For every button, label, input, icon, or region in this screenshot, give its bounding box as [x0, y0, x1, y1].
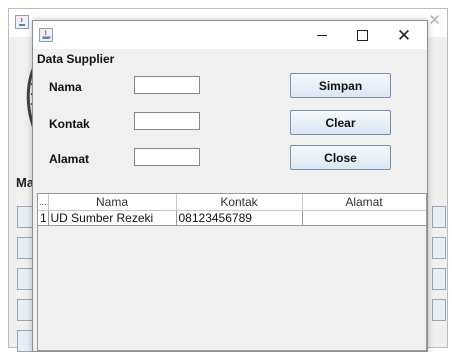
minimize-button[interactable] — [303, 21, 341, 49]
simpan-button[interactable]: Simpan — [290, 73, 391, 98]
java-cup-icon — [39, 28, 53, 42]
maximize-icon — [356, 29, 368, 41]
table-cell-index[interactable]: 1 — [38, 210, 49, 226]
table-row[interactable]: 1 UD Sumber Rezeki 08123456789 — [38, 210, 426, 226]
column-header-alamat[interactable]: Alamat — [302, 194, 426, 211]
close-button[interactable]: Close — [290, 145, 391, 170]
section-title: Data Supplier — [37, 52, 115, 66]
background-close-icon[interactable]: ✕ — [428, 11, 441, 29]
supplier-table[interactable]: ... Nama Kontak Alamat 1 UD Sumber Rezek… — [37, 193, 427, 351]
table-cell-alamat[interactable] — [302, 210, 426, 226]
background-button[interactable] — [432, 299, 446, 321]
dialog-titlebar[interactable]: ✕ — [33, 21, 427, 49]
column-header-index[interactable]: ... — [38, 194, 49, 211]
nama-label: Nama — [49, 80, 82, 94]
table-cell-kontak[interactable]: 08123456789 — [176, 210, 303, 226]
alamat-label: Alamat — [49, 152, 90, 166]
column-header-nama[interactable]: Nama — [48, 194, 177, 211]
kontak-field[interactable] — [134, 112, 200, 130]
background-button[interactable] — [432, 206, 446, 228]
minimize-icon — [317, 34, 327, 36]
background-button[interactable] — [432, 268, 446, 290]
java-cup-icon — [15, 15, 29, 29]
close-window-button[interactable]: ✕ — [385, 21, 423, 49]
table-header-row: ... Nama Kontak Alamat — [38, 194, 426, 211]
nama-field[interactable] — [134, 76, 200, 94]
kontak-label: Kontak — [49, 117, 90, 131]
supplier-dialog: ✕ Data Supplier Nama Kontak Alamat Simpa… — [32, 20, 428, 352]
alamat-field[interactable] — [134, 148, 200, 166]
close-icon: ✕ — [396, 25, 412, 45]
clear-button[interactable]: Clear — [290, 110, 391, 135]
maximize-button[interactable] — [343, 21, 381, 49]
background-button[interactable] — [432, 237, 446, 259]
column-header-kontak[interactable]: Kontak — [176, 194, 303, 211]
table-cell-nama[interactable]: UD Sumber Rezeki — [48, 210, 177, 226]
